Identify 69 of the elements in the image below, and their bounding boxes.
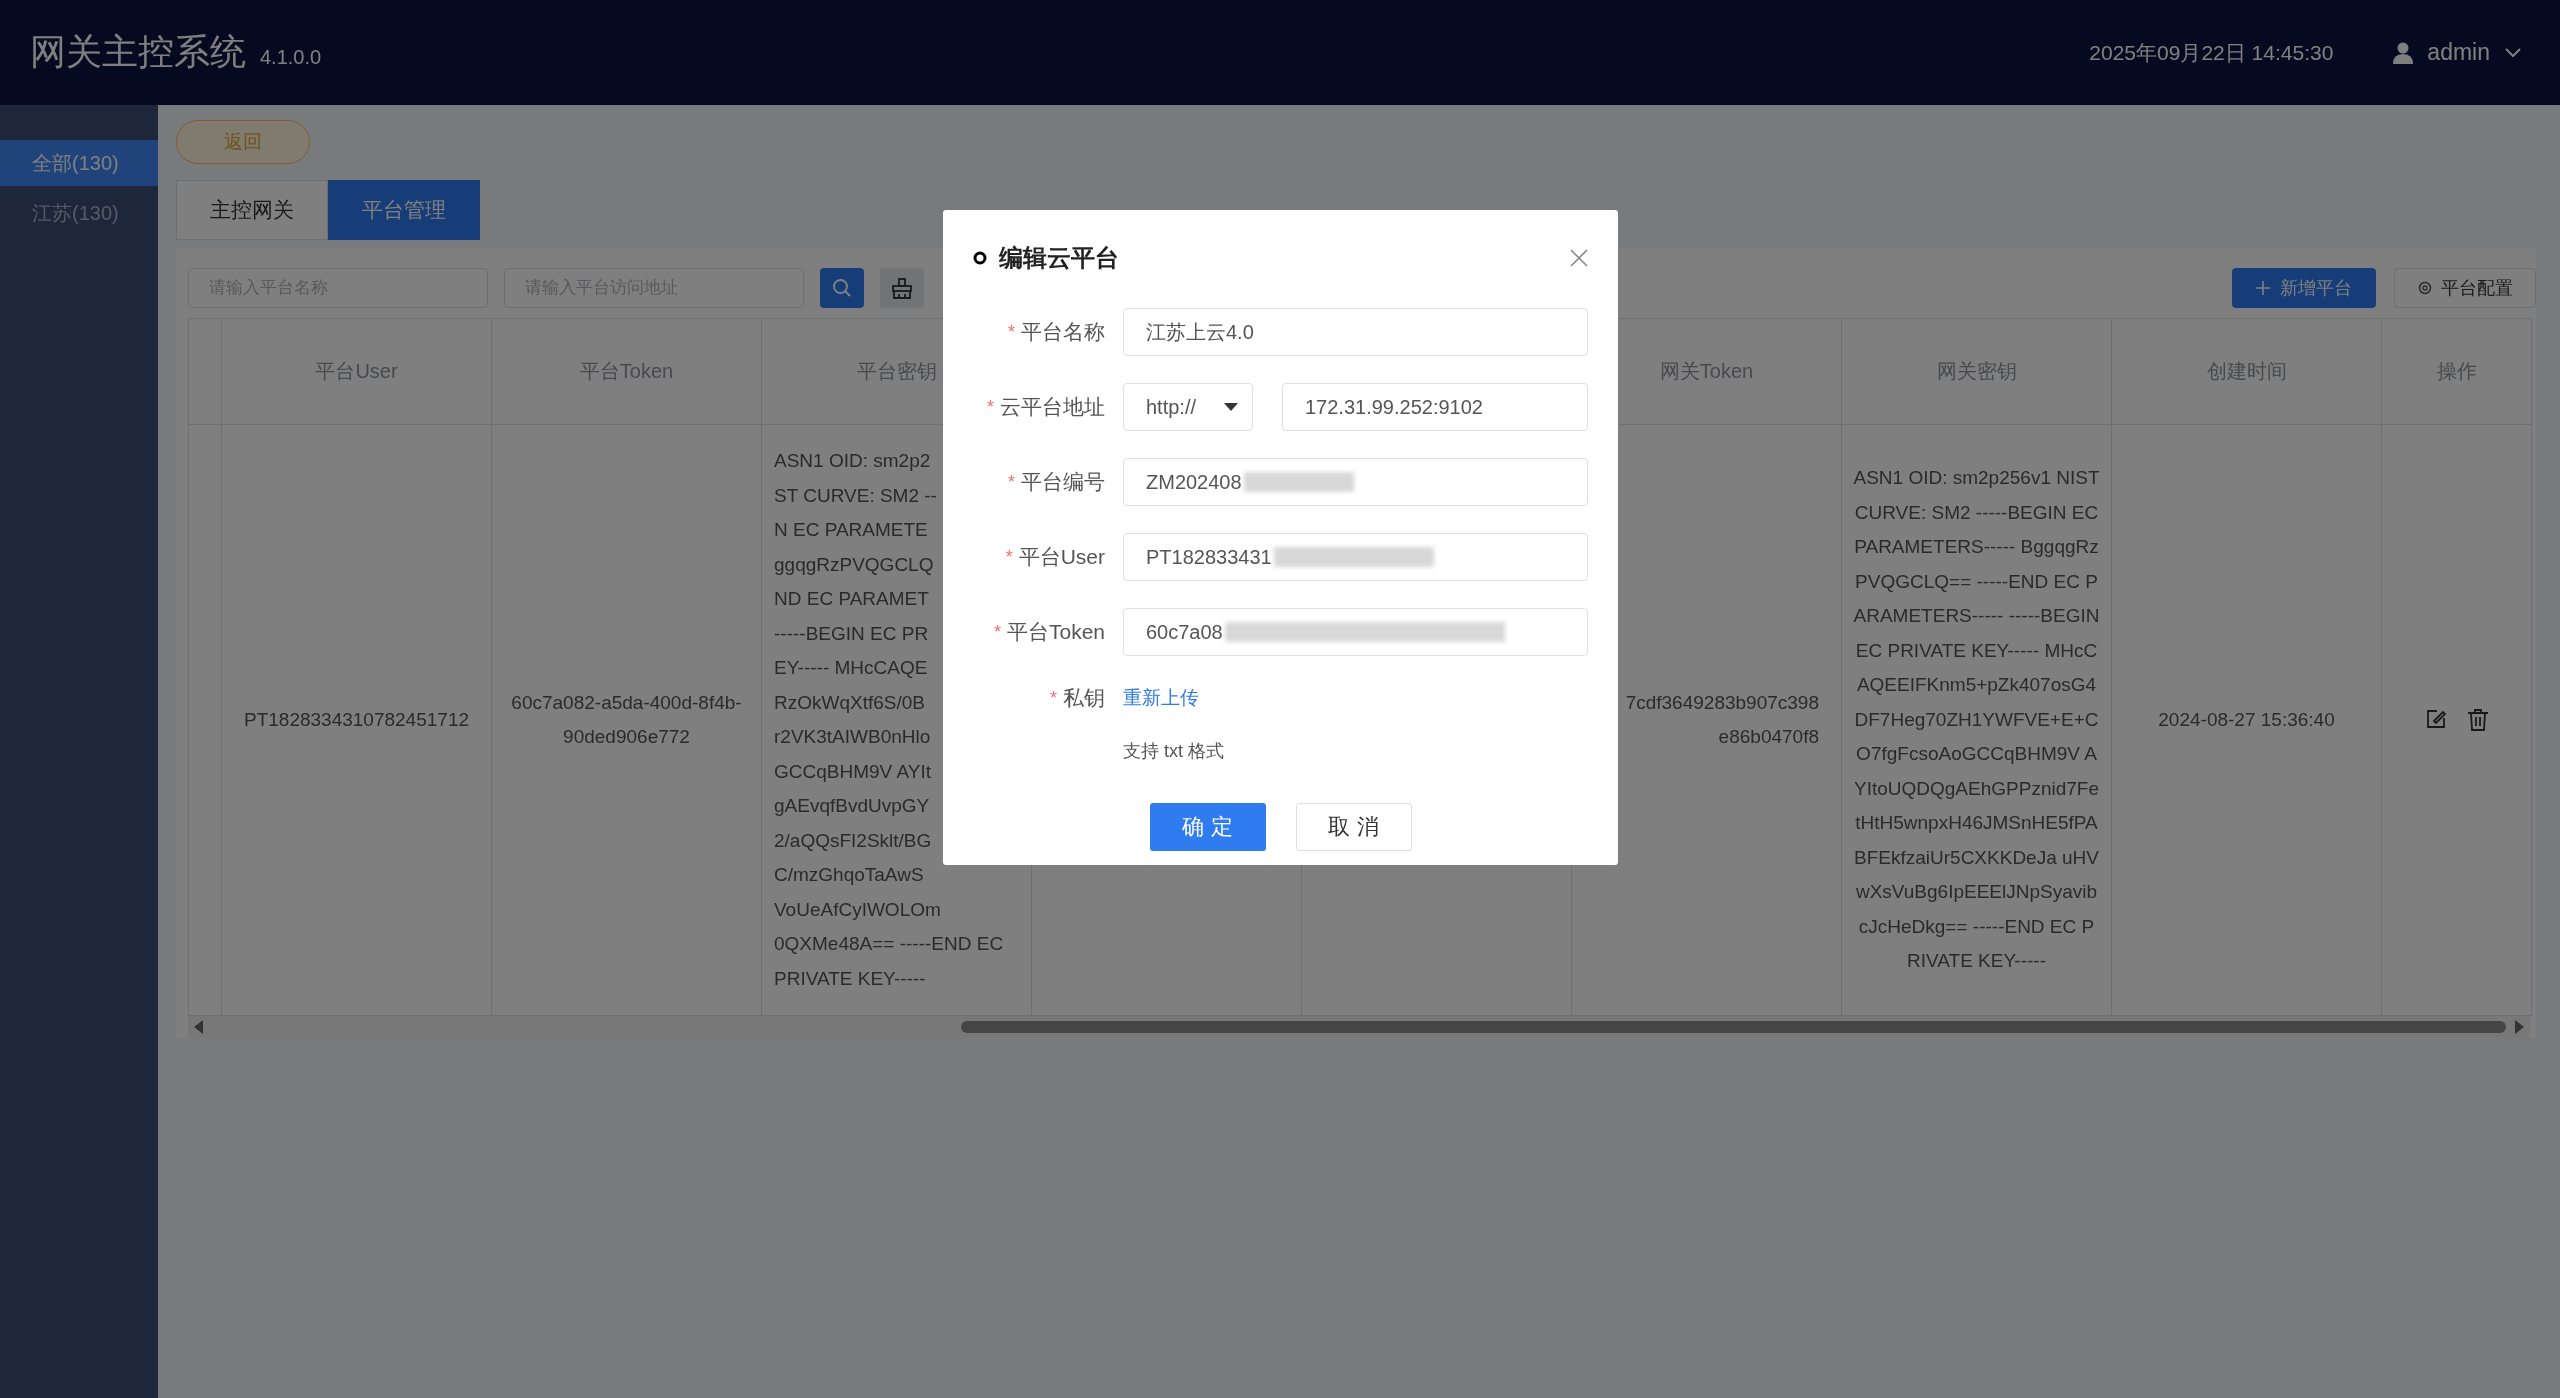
table-cell-text: GCCqBHM9V AYIt: [774, 759, 931, 784]
table-cell-text: EY----- MHcCAQE: [774, 656, 928, 680]
field-label: 私钥: [1063, 685, 1105, 711]
reupload-link[interactable]: 重新上传: [1123, 683, 1224, 713]
scroll-left-icon: [194, 1020, 204, 1034]
table-cell-text: VoUeAfCyIWOLOm: [774, 897, 941, 922]
table-cell-text: 0QXMe48A== -----END EC: [774, 932, 1004, 956]
chevron-down-icon: [2504, 46, 2522, 59]
version-label: 4.1.0.0: [260, 46, 322, 69]
field-label: 平台Token: [1006, 619, 1105, 645]
tab[interactable]: 平台管理: [328, 180, 480, 240]
table-cell-text: PT1828334310782451712: [243, 707, 470, 732]
input-field[interactable]: ZM202408: [1123, 458, 1588, 506]
table-cell-text: 7cdf3649283b907c398: [1625, 690, 1819, 715]
table-cell-text: gAEvqfBvdUvpGY: [774, 794, 930, 818]
platform-config-button[interactable]: 平台配置: [2394, 268, 2536, 308]
datetime-label: 2025年09月22日 14:45:30: [2089, 39, 2334, 66]
confirm-button[interactable]: 确 定: [1149, 803, 1266, 851]
table-cell-text: C/mzGhqoTaAwS: [774, 863, 924, 887]
table-cell-text: ND EC PARAMET: [774, 587, 929, 611]
broom-icon: [891, 277, 913, 299]
delete-icon: [2466, 708, 2489, 732]
table-cell-text: PRIVATE KEY-----: [774, 966, 926, 991]
tab[interactable]: 主控网关: [176, 180, 328, 240]
table-cell-text: 2024-08-27 15:36:40: [2158, 707, 2335, 732]
table-cell-text: ggqgRzPVQGCLQ: [774, 552, 934, 577]
scroll-right-icon: [2514, 1020, 2524, 1034]
user-menu[interactable]: admin: [2393, 39, 2522, 66]
table-cell-text: ST CURVE: SM2 --: [774, 483, 937, 508]
table-cell-text: ASN1 OID: sm2p256v1 NIST CURVE: SM2 -----BEGIN EC PARAMETERS----- BggqgRzPVQGCLQ== -----END EC PARAMETERS----- -----BEGIN EC PRIVATE KEY----- MHcCAQEEIFKnm5+pZk407osG4DF7Heg70ZH1YWFVE+E+CO7fgFcsoAoGCCqBHM9V AYItoUQDQgAEhGPPznid7FetHtH5wnpxH46JMSnHE5fPABFEkfzaiUr5CXKKDeJa uHVwXsVuBg6IpEEElJNpSyavibcJcHeDkg== -----END EC PRIVATE KEY-----: [1852, 466, 2101, 974]
table-cell-text: 2/aQQsFI2Sklt/BG: [774, 828, 932, 853]
field-label: 平台User: [1018, 544, 1105, 570]
required-asterisk: *: [987, 396, 994, 418]
required-asterisk: *: [1008, 471, 1015, 493]
required-asterisk: *: [1005, 546, 1013, 568]
table-cell-text: 60c7a082-a5da-400d-8f4b-90ded906e772: [510, 690, 743, 749]
required-asterisk: *: [1050, 687, 1057, 709]
app-title: 网关主控系统: [30, 30, 246, 74]
gear-icon: [2417, 280, 2433, 296]
clear-button[interactable]: [880, 268, 924, 308]
edit-icon: [2424, 708, 2447, 730]
table-cell-text: N EC PARAMETE: [774, 518, 928, 542]
add-platform-button[interactable]: 新增平台: [2232, 268, 2376, 308]
sidebar-item[interactable]: 全部(130): [0, 140, 158, 186]
close-icon: [1570, 249, 1588, 267]
table-cell-text: RzOkWqXtf6S/0B: [774, 690, 925, 715]
input-field[interactable]: 江苏上云4.0: [1123, 308, 1588, 356]
table-cell-text: -----BEGIN EC PR: [774, 621, 929, 646]
cancel-button[interactable]: 取 消: [1295, 803, 1412, 851]
hint-text: 支持 txt 格式: [1123, 740, 1224, 763]
close-button[interactable]: [1570, 249, 1588, 267]
scheme-dropdown[interactable]: http://: [1123, 383, 1253, 431]
ring-bullet-icon: [973, 251, 987, 265]
input-field[interactable]: PT182833431: [1123, 533, 1588, 581]
table-cell-text: ASN1 OID: sm2p2: [774, 449, 931, 473]
input-field[interactable]: 172.31.99.252:9102: [1282, 383, 1588, 431]
horizontal-scrollbar[interactable]: [188, 1016, 2530, 1038]
search-icon: [832, 278, 852, 298]
search-button[interactable]: [820, 268, 864, 308]
user-icon: [2393, 41, 2414, 64]
table-cell-text: r2VK3tAIWB0nHlo: [774, 725, 931, 749]
plus-icon: [2256, 281, 2270, 295]
dialog-title: 编辑云平台: [999, 243, 1120, 273]
required-asterisk: *: [1008, 321, 1015, 343]
input-field[interactable]: 60c7a08: [1123, 608, 1588, 656]
required-asterisk: *: [993, 621, 1001, 643]
table-cell-text: e86b0470f8: [1718, 725, 1819, 749]
field-label: 平台编号: [1021, 469, 1105, 495]
caret-down-icon: [1224, 403, 1238, 411]
